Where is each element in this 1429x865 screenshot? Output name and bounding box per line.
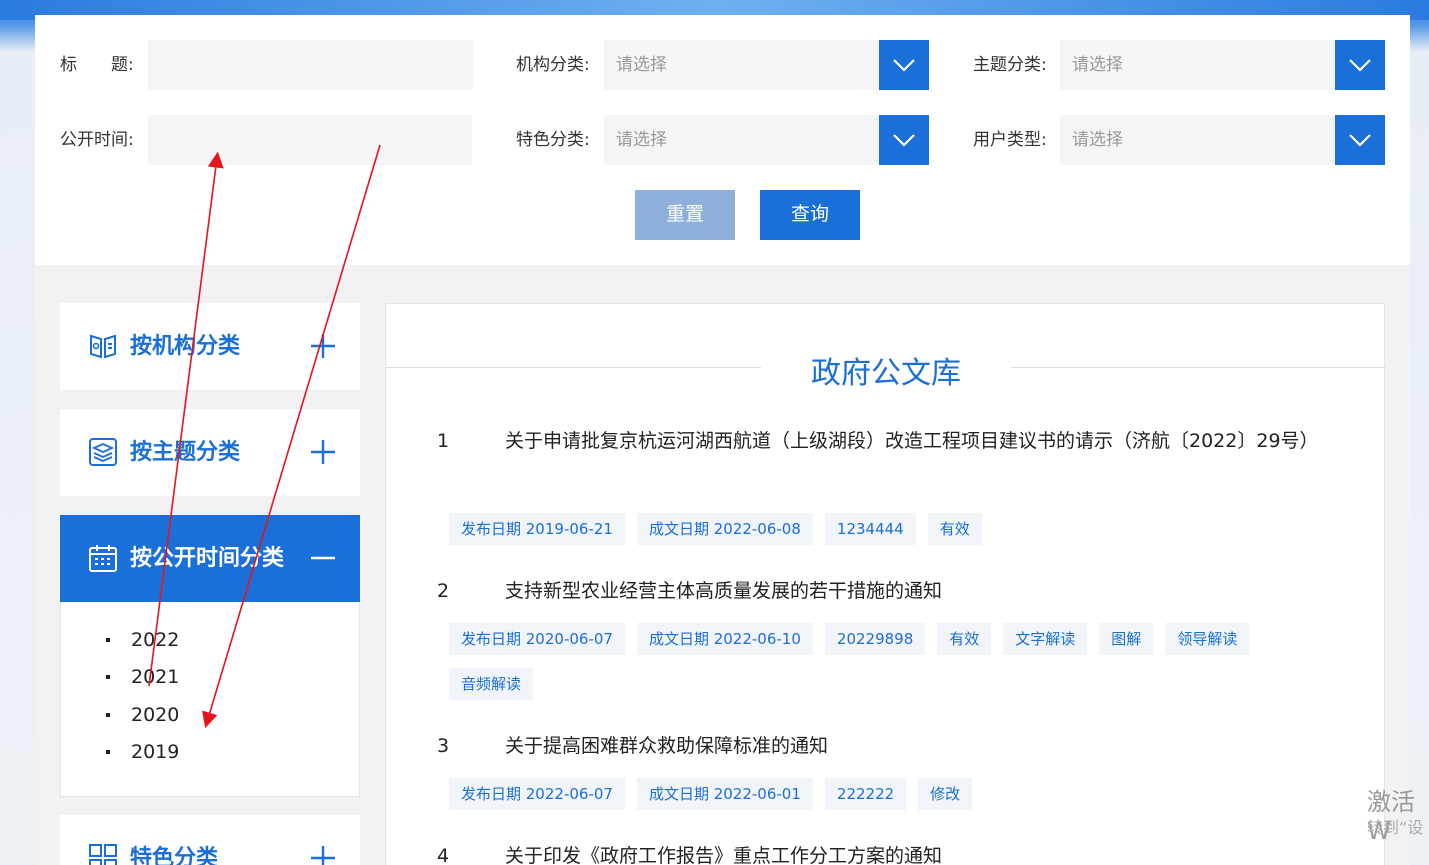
plus-icon[interactable] xyxy=(310,439,336,465)
leader-interpretation-link[interactable]: 领导解读 xyxy=(1165,623,1250,655)
feature-select[interactable]: 请选择 xyxy=(604,115,929,165)
written-date-tag: 成文日期 2022-06-10 xyxy=(636,623,813,655)
plus-icon[interactable] xyxy=(310,845,336,865)
doc-title-link[interactable]: 关于申请批复京杭运河湖西航道（上级湖段）改造工程项目建议书的请示（济航〔2022… xyxy=(437,421,1337,461)
activation-watermark-sub: 转到“设 xyxy=(1367,818,1424,837)
status-badge: 修改 xyxy=(918,778,973,810)
user-select-value: 请选择 xyxy=(1072,130,1123,150)
page-title: 政府公文库 xyxy=(811,356,961,391)
org-select-value: 请选择 xyxy=(616,55,667,75)
sidebar-item-label: 按公开时间分类 xyxy=(130,546,285,571)
sidebar-item-label: 按主题分类 xyxy=(130,440,241,465)
chevron-down-icon[interactable] xyxy=(879,115,929,165)
doc-title-link[interactable]: 关于提高困难群众救助保障标准的通知 xyxy=(437,726,1337,766)
doc-tags: 发布日期 2019-06-21 成文日期 2022-06-08 1234444 有效 xyxy=(449,513,1349,558)
doc-title-link[interactable]: 关于印发《政府工作报告》重点工作分工方案的通知 xyxy=(437,836,1337,865)
grid-icon xyxy=(89,844,117,865)
year-item-2021[interactable]: 2021 xyxy=(105,659,179,696)
main-panel: 标 题: 机构分类: 请选择 主题分类: 请选择 公开时间: 特色分类: 请选择… xyxy=(35,15,1410,865)
org-select[interactable]: 请选择 xyxy=(604,40,929,90)
doc-tags: 发布日期 2020-06-07 成文日期 2022-06-10 20229898 有效… xyxy=(449,623,1349,713)
year-item-2020[interactable]: 2020 xyxy=(105,697,179,734)
minus-icon[interactable] xyxy=(310,545,336,571)
status-badge: 有效 xyxy=(937,623,992,655)
text-interpretation-link[interactable]: 文字解读 xyxy=(1003,623,1088,655)
written-date-tag: 成文日期 2022-06-08 xyxy=(636,513,813,545)
sidebar-item-topic[interactable]: 按主题分类 xyxy=(60,409,360,496)
feature-label: 特色分类: xyxy=(516,130,590,150)
chevron-down-icon[interactable] xyxy=(879,40,929,90)
publish-date-tag: 发布日期 2019-06-21 xyxy=(449,513,625,545)
audio-interpretation-link[interactable]: 音频解读 xyxy=(449,668,534,700)
search-form: 标 题: 机构分类: 请选择 主题分类: 请选择 公开时间: 特色分类: 请选择… xyxy=(35,15,1410,265)
reset-button[interactable]: 重置 xyxy=(635,190,735,240)
year-item-2022[interactable]: 2022 xyxy=(105,622,179,659)
doc-title-link[interactable]: 支持新型农业经营主体高质量发展的若干措施的通知 xyxy=(437,571,1337,611)
doc-code-tag: 1234444 xyxy=(824,513,916,545)
sidebar-item-label: 特色分类 xyxy=(130,846,219,865)
calendar-icon xyxy=(89,545,117,572)
query-button[interactable]: 查询 xyxy=(760,190,860,240)
title-label: 标 题: xyxy=(60,55,134,75)
publish-date-tag: 发布日期 2020-06-07 xyxy=(449,623,625,655)
topic-select-value: 请选择 xyxy=(1072,55,1123,75)
sidebar-item-feature[interactable]: 特色分类 xyxy=(60,815,360,865)
title-input[interactable] xyxy=(148,40,473,90)
sidebar-item-org[interactable]: 按机构分类 xyxy=(60,303,360,390)
book-icon xyxy=(90,334,116,359)
time-input[interactable] xyxy=(148,115,472,165)
status-badge: 有效 xyxy=(927,513,982,545)
doc-code-tag: 222222 xyxy=(824,778,907,810)
graphic-interpretation-link[interactable]: 图解 xyxy=(1099,623,1154,655)
org-label: 机构分类: xyxy=(516,55,590,75)
user-select[interactable]: 请选择 xyxy=(1060,115,1385,165)
year-item-2019[interactable]: 2019 xyxy=(105,734,179,771)
written-date-tag: 成文日期 2022-06-01 xyxy=(636,778,813,810)
topic-label: 主题分类: xyxy=(973,55,1047,75)
doc-code-tag: 20229898 xyxy=(824,623,926,655)
sidebar-item-label: 按机构分类 xyxy=(130,334,241,359)
chevron-down-icon[interactable] xyxy=(1335,40,1385,90)
publish-date-tag: 发布日期 2022-06-07 xyxy=(449,778,625,810)
year-list: 2022 2021 2020 2019 xyxy=(60,602,360,797)
topic-select[interactable]: 请选择 xyxy=(1060,40,1385,90)
chevron-down-icon[interactable] xyxy=(1335,115,1385,165)
document-list-panel: 政府公文库 1 关于申请批复京杭运河湖西航道（上级湖段）改造工程项目建议书的请示… xyxy=(385,303,1386,865)
plus-icon[interactable] xyxy=(310,333,336,359)
layers-icon xyxy=(89,438,117,466)
time-label: 公开时间: xyxy=(60,130,134,150)
user-label: 用户类型: xyxy=(973,130,1047,150)
feature-select-value: 请选择 xyxy=(616,130,667,150)
doc-tags: 发布日期 2022-06-07 成文日期 2022-06-01 222222 修改 xyxy=(449,778,1349,823)
sidebar-item-time[interactable]: 按公开时间分类 xyxy=(60,515,360,602)
